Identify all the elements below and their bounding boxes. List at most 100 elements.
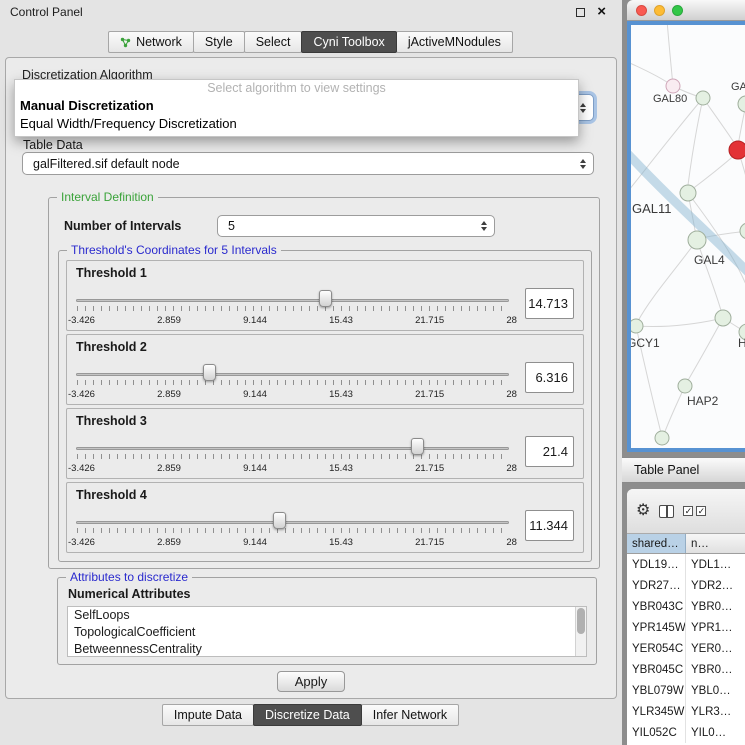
slider-thumb[interactable] — [411, 438, 424, 455]
network-node[interactable] — [738, 96, 745, 112]
column-header-shared-name[interactable]: shared… — [627, 534, 686, 553]
slider-track[interactable] — [76, 447, 509, 450]
minimize-traffic-light-icon[interactable] — [654, 5, 665, 16]
slider-track[interactable] — [76, 373, 509, 376]
tab-label: Cyni Toolbox — [313, 35, 384, 49]
node-label: HAP2 — [687, 394, 719, 408]
table-row[interactable]: YLR345WYLR3… — [627, 701, 745, 722]
network-node[interactable] — [680, 185, 696, 201]
close-icon[interactable] — [597, 7, 606, 17]
slider-scale: -3.4262.8599.14415.4321.71528 — [68, 389, 517, 400]
zoom-traffic-light-icon[interactable] — [672, 5, 683, 16]
tab-discretize-data[interactable]: Discretize Data — [253, 704, 362, 726]
checkbox-checked-icon[interactable] — [683, 506, 693, 516]
tab-jactivemnodules[interactable]: jActiveMNodules — [396, 31, 513, 53]
slider-ticks — [77, 380, 508, 385]
scale-label: 15.43 — [329, 389, 353, 400]
table-row[interactable]: YDR27…YDR2… — [627, 575, 745, 596]
network-node[interactable] — [715, 310, 731, 326]
network-node[interactable] — [631, 319, 643, 333]
cell-shared-name: YBR045C — [627, 659, 686, 680]
number-of-intervals-combo[interactable]: 5 — [217, 215, 495, 237]
thresholds-group-title: Threshold's Coordinates for 5 Intervals — [67, 243, 281, 257]
cell-name: YBR0… — [686, 659, 745, 680]
cell-name: YIL0… — [686, 722, 745, 743]
scale-label: 2.859 — [157, 537, 181, 548]
network-node[interactable] — [678, 379, 692, 393]
table-row[interactable]: YER054CYER0… — [627, 638, 745, 659]
network-window-titlebar[interactable] — [627, 0, 745, 21]
tab-cyni-toolbox[interactable]: Cyni Toolbox — [301, 31, 396, 53]
attribute-item[interactable]: BetweennessCentrality — [68, 641, 586, 657]
checkbox-checked-icon[interactable] — [696, 506, 706, 516]
select-columns-icons[interactable] — [683, 506, 706, 516]
table-row[interactable]: YBR043CYBR0… — [627, 596, 745, 617]
network-edge — [636, 319, 719, 327]
network-node[interactable] — [666, 79, 680, 93]
scale-label: 21.715 — [415, 389, 444, 400]
popup-item-manual-discretization[interactable]: Manual Discretization — [15, 97, 578, 115]
network-node[interactable] — [696, 91, 710, 105]
tab-infer-network[interactable]: Infer Network — [361, 704, 459, 726]
scale-label: -3.426 — [68, 315, 95, 326]
table-row[interactable]: YBL079WYBL0… — [627, 680, 745, 701]
threshold-panel: Threshold 3-3.4262.8599.14415.4321.71528… — [66, 408, 584, 479]
scrollbar-thumb[interactable] — [577, 608, 585, 634]
float-window-icon[interactable] — [576, 8, 585, 17]
gear-icon[interactable] — [636, 503, 650, 519]
threshold-value-field[interactable]: 11.344 — [525, 510, 574, 541]
threshold-slider[interactable]: -3.4262.8599.14415.4321.71528 — [76, 506, 509, 552]
network-node[interactable] — [655, 431, 669, 445]
columns-icon[interactable] — [659, 505, 674, 518]
cyni-toolbox-panel: Discretization Algorithm Select algorith… — [5, 57, 617, 699]
numerical-attributes-label: Numerical Attributes — [68, 587, 190, 601]
apply-button[interactable]: Apply — [277, 671, 345, 692]
slider-thumb[interactable] — [319, 290, 332, 307]
threshold-slider[interactable]: -3.4262.8599.14415.4321.71528 — [76, 432, 509, 478]
attribute-item[interactable]: TopologicalCoefficient — [68, 624, 586, 641]
tab-impute-data[interactable]: Impute Data — [162, 704, 254, 726]
slider-thumb[interactable] — [203, 364, 216, 381]
table-row[interactable]: YIL052CYIL0… — [627, 722, 745, 743]
network-node[interactable] — [729, 141, 745, 159]
network-edge — [687, 318, 723, 382]
bottom-tab-row: Impute DataDiscretize Data Infer Network — [0, 704, 622, 726]
close-traffic-light-icon[interactable] — [636, 5, 647, 16]
scale-label: -3.426 — [68, 463, 95, 474]
slider-ticks — [77, 306, 508, 311]
slider-track[interactable] — [76, 299, 509, 302]
node-label: GAL4 — [694, 253, 725, 267]
network-edge — [697, 240, 722, 314]
network-node[interactable] — [740, 223, 745, 239]
table-data-label: Table Data — [23, 138, 83, 152]
threshold-value-field[interactable]: 6.316 — [525, 362, 574, 393]
threshold-slider[interactable]: -3.4262.8599.14415.4321.71528 — [76, 358, 509, 404]
network-canvas[interactable]: GAL80GAGAL11GAL4GCY1HHAP2 — [627, 21, 745, 452]
cell-shared-name: YBL079W — [627, 680, 686, 701]
attribute-item[interactable]: SelfLoops — [68, 607, 586, 624]
network-edge — [638, 240, 697, 321]
tab-style[interactable]: Style — [193, 31, 245, 53]
slider-track[interactable] — [76, 521, 509, 524]
table-row[interactable]: YBR045CYBR0… — [627, 659, 745, 680]
table-row[interactable]: YDL19…YDL1… — [627, 554, 745, 575]
table-data-combo[interactable]: galFiltered.sif default node — [22, 152, 594, 175]
slider-thumb[interactable] — [273, 512, 286, 529]
cell-name: YDL1… — [686, 554, 745, 575]
threshold-panel: Threshold 4-3.4262.8599.14415.4321.71528… — [66, 482, 584, 553]
tab-select[interactable]: Select — [244, 31, 303, 53]
threshold-slider[interactable]: -3.4262.8599.14415.4321.71528 — [76, 284, 509, 330]
control-panel-titlebar: Control Panel — [0, 0, 622, 24]
tab-label: Infer Network — [373, 708, 447, 722]
window-buttons — [576, 7, 612, 17]
column-header-name[interactable]: n… — [686, 534, 745, 553]
tab-network[interactable]: Network — [108, 31, 194, 53]
network-node[interactable] — [688, 231, 706, 249]
node-label: H — [738, 336, 745, 350]
list-scrollbar[interactable] — [575, 607, 586, 656]
table-row[interactable]: YPR145WYPR1… — [627, 617, 745, 638]
popup-item-equal-width-frequency[interactable]: Equal Width/Frequency Discretization — [15, 115, 578, 133]
threshold-value-field[interactable]: 21.4 — [525, 436, 574, 467]
threshold-value-field[interactable]: 14.713 — [525, 288, 574, 319]
scale-label: 28 — [506, 537, 517, 548]
